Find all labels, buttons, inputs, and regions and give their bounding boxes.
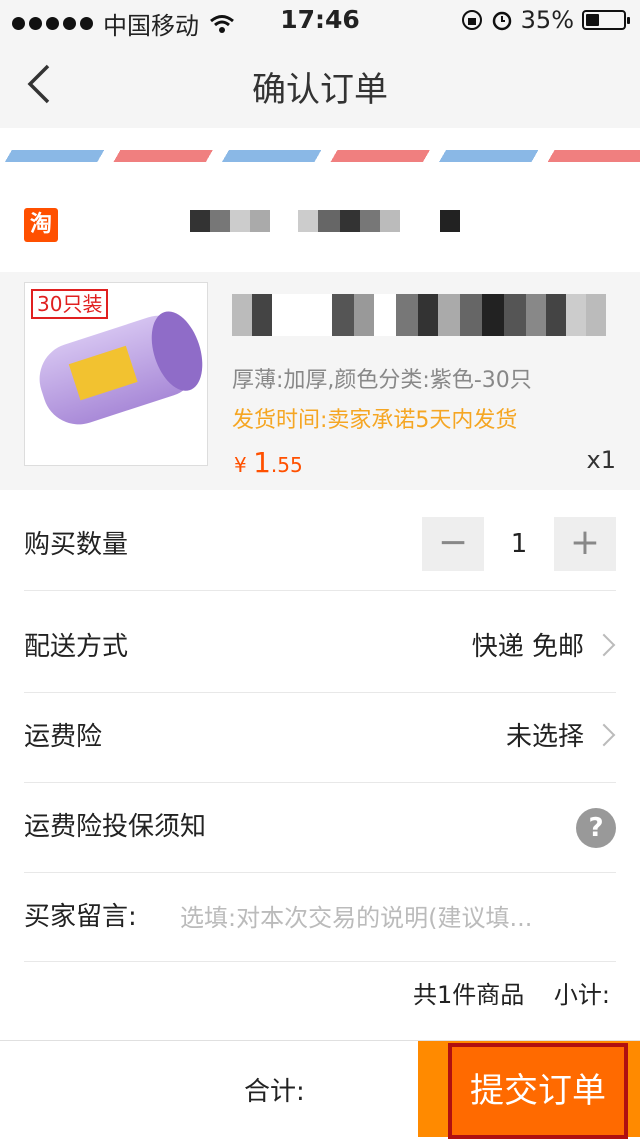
alarm-icon [492, 11, 511, 31]
battery-percent: 35% [520, 6, 574, 34]
price-decimal: .55 [270, 453, 303, 477]
insurance-row[interactable]: 运费险 未选择 [24, 693, 616, 783]
quantity-value[interactable]: 1 [484, 529, 554, 559]
insurance-value: 未选择 [505, 722, 584, 752]
shipping-promise: 发货时间:卖家承诺5天内发货 [232, 408, 518, 433]
trash-bag-roll-picture [30, 305, 207, 434]
order-summary: 共1件商品 小计: [0, 975, 610, 1010]
nav-bar: 确认订单 [0, 40, 640, 128]
buyer-message-input[interactable] [178, 897, 620, 939]
quantity-label: 购买数量 [24, 530, 129, 560]
rotation-lock-icon [461, 10, 482, 30]
item-quantity: x1 [586, 446, 616, 474]
insurance-notice-row[interactable]: 运费险投保须知 ? [24, 783, 616, 873]
delivery-label: 配送方式 [24, 632, 129, 662]
buyer-message-label: 买家留言: [24, 902, 137, 932]
price-integer: 1 [253, 446, 271, 479]
delivery-row[interactable]: 配送方式 快递 免邮 [24, 603, 616, 693]
total-label: 合计: [244, 1077, 305, 1107]
shop-row[interactable]: 淘 [0, 184, 640, 272]
address-divider [0, 128, 640, 184]
insurance-notice-label: 运费险投保须知 [24, 812, 207, 842]
chevron-right-icon [592, 633, 616, 657]
decrease-button[interactable]: − [422, 517, 484, 571]
help-icon[interactable]: ? [576, 808, 616, 848]
order-item[interactable]: 30只装 厚薄:加厚,颜色分类:紫色-30只 发货时间:卖家承诺5天内发货 ¥ … [0, 272, 640, 490]
shop-name-redacted [190, 210, 460, 232]
pack-size-badge: 30只装 [31, 289, 109, 319]
quantity-row: 购买数量 − 1 + [24, 501, 616, 591]
product-title-redacted [232, 294, 606, 336]
product-image: 30只装 [24, 282, 208, 466]
item-count: 共1件商品 [412, 981, 525, 1009]
item-price: ¥ 1.55 [234, 446, 303, 479]
currency-symbol: ¥ [234, 453, 247, 477]
submit-order-label: 提交订单 [448, 1043, 628, 1139]
taobao-logo: 淘 [24, 208, 58, 242]
battery-icon [582, 10, 630, 30]
buyer-message-row: 买家留言: [24, 873, 620, 962]
subtotal-label: 小计: [553, 981, 610, 1009]
product-spec: 厚薄:加厚,颜色分类:紫色-30只 [232, 368, 532, 393]
submit-order-button[interactable]: 提交订单 [418, 1041, 640, 1139]
status-bar: 中国移动 17:46 35% [0, 0, 640, 40]
increase-button[interactable]: + [554, 517, 616, 571]
page-title: 确认订单 [252, 70, 388, 110]
bottom-bar: 合计: 提交订单 [0, 1040, 640, 1139]
chevron-right-icon [592, 723, 616, 747]
insurance-label: 运费险 [24, 722, 103, 752]
delivery-value: 快递 免邮 [471, 632, 584, 662]
quantity-stepper: − 1 + [422, 517, 616, 571]
